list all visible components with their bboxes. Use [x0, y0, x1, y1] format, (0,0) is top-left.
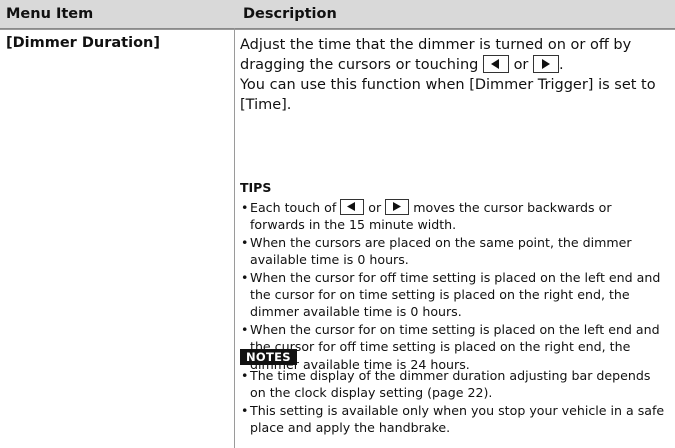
- tip-line: When the cursor for off time setting is …: [250, 269, 661, 285]
- tips-list: • Each touch of or moves the cursor back…: [240, 199, 675, 373]
- note-line: place and apply the handbrake.: [250, 420, 451, 436]
- description-line: You can use this function when [Dimmer T…: [240, 77, 656, 93]
- tip-line: When the cursors are placed on the same …: [250, 234, 632, 250]
- left-arrow-button-icon: [340, 199, 365, 215]
- tip-line: When the cursor for on time setting is p…: [250, 321, 660, 337]
- column-divider: [234, 28, 235, 448]
- bullet-icon: •: [241, 200, 249, 215]
- notes-list: • The time display of the dimmer duratio…: [240, 367, 675, 437]
- left-arrow-button-icon: [482, 55, 509, 73]
- header-description: Description: [243, 6, 337, 22]
- note-line: The time display of the dimmer duration …: [250, 368, 651, 383]
- note-line: This setting is available only when you …: [250, 402, 665, 418]
- note-item: • This setting is available only when yo…: [240, 402, 675, 437]
- row-divider: [0, 29, 675, 30]
- tip-text-segment: Each touch of: [250, 200, 337, 215]
- description-text-segment: .: [559, 57, 564, 73]
- bullet-icon: •: [241, 321, 249, 337]
- tip-item: • When the cursor for on time setting is…: [240, 321, 675, 373]
- header-menu-item: Menu Item: [6, 6, 94, 22]
- menu-item-name: [Dimmer Duration]: [6, 35, 160, 51]
- note-line: on the clock display setting (page 22).: [250, 385, 493, 401]
- bullet-icon: •: [241, 269, 249, 285]
- bullet-icon: •: [241, 402, 249, 418]
- tip-line: dimmer available time is 0 hours.: [250, 304, 462, 320]
- note-item: • The time display of the dimmer duratio…: [240, 367, 675, 402]
- tip-item: • When the cursors are placed on the sam…: [240, 234, 675, 269]
- tip-line: available time is 0 hours.: [250, 252, 409, 268]
- tip-line: the cursor for off time setting is place…: [250, 339, 631, 355]
- table-header-row: Menu Item Description: [0, 0, 675, 29]
- tip-line: the cursor for on time setting is placed…: [250, 286, 630, 302]
- tip-item: • When the cursor for off time setting i…: [240, 269, 675, 321]
- description-text: Adjust the time that the dimmer is turne…: [240, 35, 672, 115]
- description-line: dragging the cursors or touching or .: [240, 55, 672, 75]
- tip-text-segment: moves the cursor backwards or: [413, 200, 612, 215]
- tip-item: • Each touch of or moves the cursor back…: [240, 199, 675, 234]
- description-line: [Time].: [240, 97, 292, 113]
- bullet-icon: •: [241, 368, 249, 383]
- right-arrow-button-icon: [533, 55, 560, 73]
- description-text-segment: dragging the cursors or touching: [240, 57, 479, 73]
- description-text-segment: or: [513, 57, 529, 73]
- description-line: Adjust the time that the dimmer is turne…: [240, 37, 632, 53]
- tip-line: forwards in the 15 minute width.: [250, 217, 457, 233]
- right-arrow-button-icon: [385, 199, 410, 215]
- notes-heading: NOTES: [240, 349, 297, 365]
- tip-text-segment: or: [368, 200, 382, 215]
- bullet-icon: •: [241, 234, 249, 250]
- tips-heading: TIPS: [240, 180, 272, 195]
